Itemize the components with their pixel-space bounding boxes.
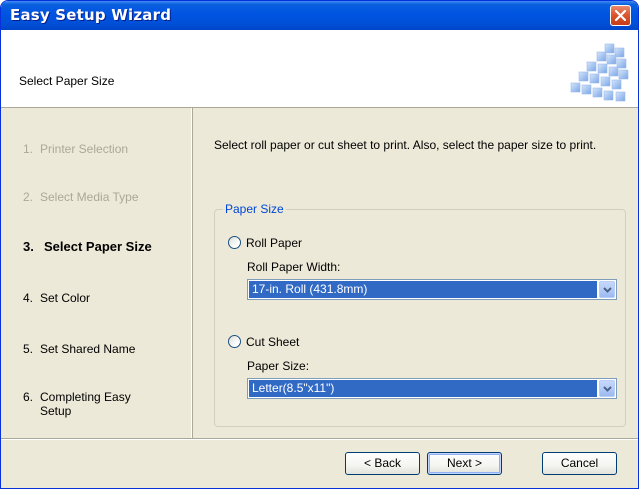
group-label: Paper Size xyxy=(223,202,286,216)
cut-sheet-label[interactable]: Cut Sheet xyxy=(246,335,299,349)
roll-paper-width-label: Roll Paper Width: xyxy=(247,260,341,274)
roll-paper-label[interactable]: Roll Paper xyxy=(246,236,302,250)
page-title: Select Paper Size xyxy=(19,74,115,88)
chevron-down-icon xyxy=(603,386,612,392)
footer-divider xyxy=(1,438,638,440)
step-label: Select Paper Size xyxy=(44,239,152,254)
roll-paper-width-select[interactable]: 17-in. Roll (431.8mm) xyxy=(247,279,617,300)
step-label: Printer Selection xyxy=(40,142,129,156)
paper-size-value: Letter(8.5"x11") xyxy=(249,380,597,397)
paper-size-group: Paper Size Roll Paper Roll Paper Width: … xyxy=(214,202,626,427)
window-title: Easy Setup Wizard xyxy=(10,6,172,24)
wizard-header: Select Paper Size xyxy=(1,30,638,108)
close-button[interactable] xyxy=(610,5,631,26)
step-number: 3. xyxy=(23,239,34,254)
cancel-button[interactable]: Cancel xyxy=(542,452,617,475)
chevron-down-icon xyxy=(603,287,612,293)
step-label: Set Color xyxy=(40,291,91,305)
step-number: 1. xyxy=(23,142,34,156)
step-number: 2. xyxy=(23,190,34,204)
cut-sheet-radio[interactable] xyxy=(228,335,241,348)
step-list: 1. Printer Selection 2. Select Media Typ… xyxy=(1,108,192,438)
next-button[interactable]: Next > xyxy=(427,452,502,475)
step-number: 6. xyxy=(23,390,34,404)
step-number: 5. xyxy=(23,342,34,356)
title-bar[interactable]: Easy Setup Wizard xyxy=(1,1,638,30)
close-icon xyxy=(615,10,626,21)
paper-size-select[interactable]: Letter(8.5"x11") xyxy=(247,378,617,399)
step-number: 4. xyxy=(23,291,34,305)
dropdown-button[interactable] xyxy=(599,380,615,397)
wizard-window: Easy Setup Wizard Select Paper Size 1. P… xyxy=(0,0,639,489)
step-label: Completing Easy Setup xyxy=(40,390,131,418)
dropdown-button[interactable] xyxy=(599,281,615,298)
instruction-text: Select roll paper or cut sheet to print.… xyxy=(214,138,597,152)
roll-paper-width-value: 17-in. Roll (431.8mm) xyxy=(249,281,597,298)
step-label: Set Shared Name xyxy=(40,342,136,356)
content-panel: Select roll paper or cut sheet to print.… xyxy=(202,108,632,438)
back-button[interactable]: < Back xyxy=(345,452,420,475)
paper-size-label: Paper Size: xyxy=(247,359,310,373)
printer-cubes-graphic xyxy=(561,38,629,103)
roll-paper-radio[interactable] xyxy=(228,236,241,249)
step-label: Select Media Type xyxy=(40,190,139,204)
